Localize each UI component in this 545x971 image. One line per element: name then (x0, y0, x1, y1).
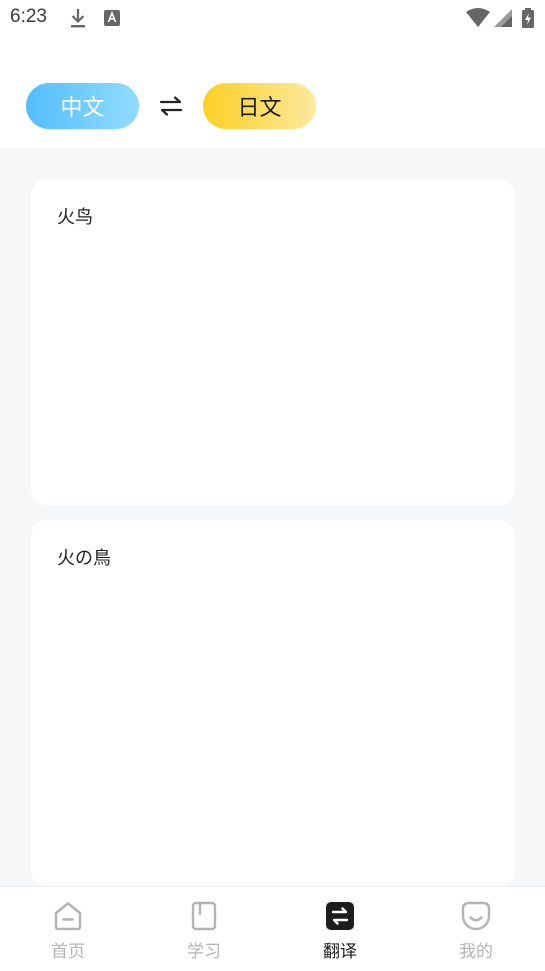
target-language-button[interactable]: 日文 (203, 83, 316, 129)
battery-charging-icon (522, 8, 534, 28)
book-icon (191, 901, 217, 931)
source-language-label: 中文 (60, 96, 105, 121)
nav-item-translate[interactable]: 翻译 (272, 887, 408, 971)
source-text-card[interactable]: 火鸟 (31, 179, 515, 505)
nav-item-profile[interactable]: 我的 (408, 887, 544, 971)
translation-result-card: 火の鳥 (31, 520, 515, 886)
source-text[interactable]: 火鸟 (57, 203, 93, 229)
profile-smile-icon (461, 901, 491, 931)
wifi-icon (466, 8, 490, 27)
status-time: 6:23 (10, 6, 47, 27)
home-icon (54, 902, 82, 931)
bottom-navigation: 首页 学习 翻译 我的 (0, 886, 545, 971)
target-language-label: 日文 (237, 96, 282, 121)
nav-label-study: 学习 (187, 942, 221, 962)
nav-label-translate: 翻译 (323, 942, 357, 962)
language-header: 中文 日文 (0, 36, 545, 148)
status-bar: 6:23 (0, 0, 545, 36)
nav-item-home[interactable]: 首页 (0, 887, 136, 971)
a-notification-icon (104, 10, 120, 26)
nav-label-home: 首页 (51, 942, 85, 962)
source-language-button[interactable]: 中文 (26, 83, 139, 129)
download-icon (71, 9, 85, 28)
nav-label-profile: 我的 (459, 942, 493, 962)
signal-icon (494, 9, 512, 27)
swap-arrows-icon[interactable] (158, 94, 184, 118)
translate-icon (326, 902, 354, 930)
translation-result-text: 火の鳥 (57, 548, 111, 569)
nav-item-study[interactable]: 学习 (136, 887, 272, 971)
